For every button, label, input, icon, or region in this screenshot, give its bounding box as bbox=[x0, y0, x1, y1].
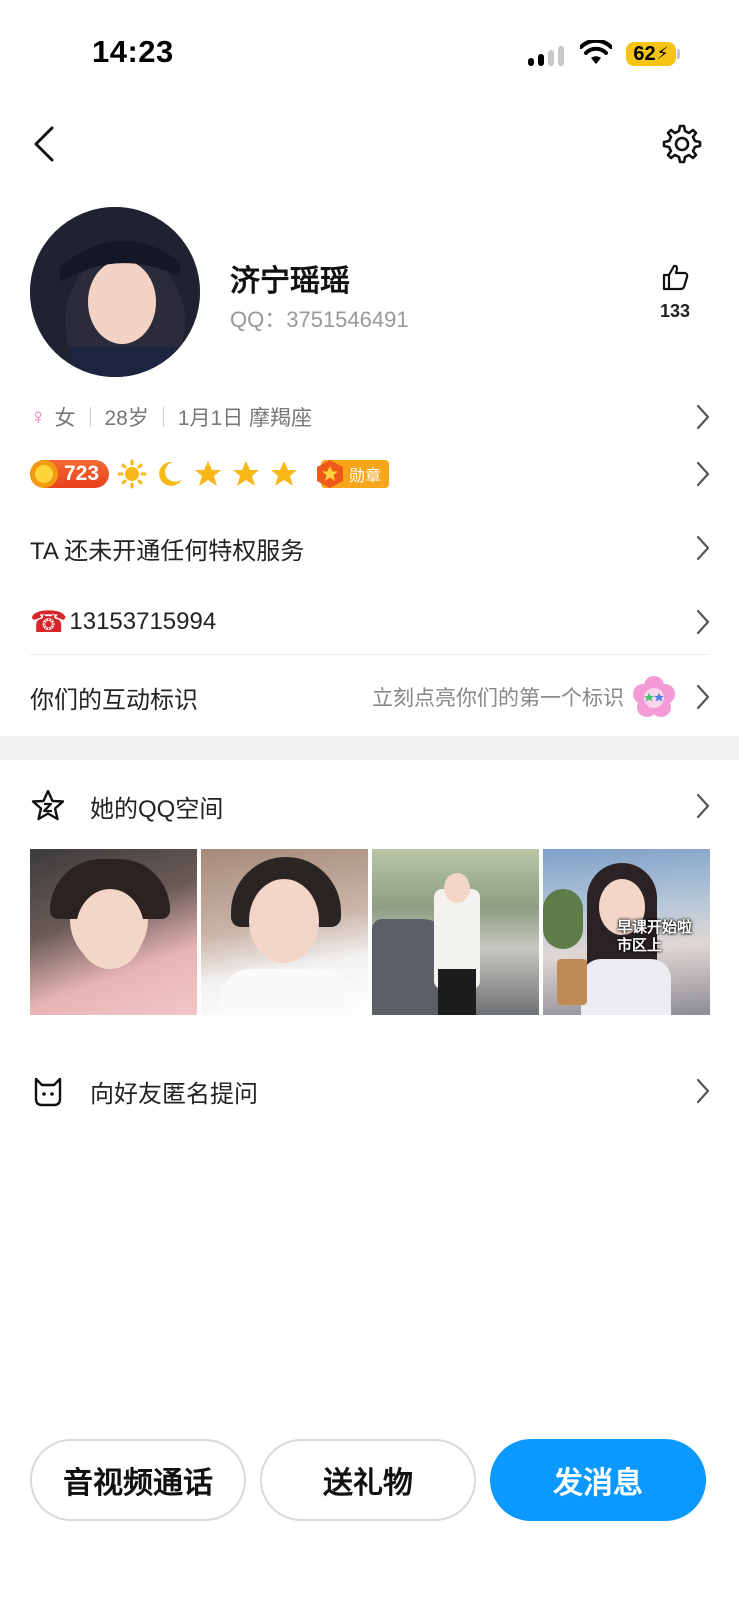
level-badge: 723 bbox=[30, 460, 110, 488]
sun-icon bbox=[117, 459, 147, 489]
charging-bolt-icon: ⚡ bbox=[656, 44, 669, 63]
chevron-left-icon[interactable] bbox=[30, 122, 60, 166]
phone-number: 13153715994 bbox=[69, 608, 217, 635]
level-value: 723 bbox=[64, 462, 100, 485]
chevron-right-icon bbox=[696, 1078, 710, 1104]
privilege-row[interactable]: TA 还未开通任何特权服务 bbox=[30, 528, 710, 568]
qzone-label: 她的QQ空间 bbox=[90, 795, 224, 823]
female-icon: ♀ bbox=[30, 404, 47, 429]
divider bbox=[89, 407, 91, 427]
avatar-photo bbox=[30, 207, 200, 377]
photo-caption: 早课开始啦 市区上 bbox=[617, 919, 699, 955]
moon-icon bbox=[159, 461, 183, 486]
qq-number-line[interactable]: QQ：3751546491 bbox=[230, 302, 409, 334]
interaction-row[interactable]: 你们的互动标识 立刻点亮你们的第一个标识 bbox=[30, 674, 710, 720]
star-icon bbox=[271, 461, 298, 486]
interaction-hint-group: 立刻点亮你们的第一个标识 bbox=[372, 675, 676, 719]
medal-star-icon bbox=[317, 460, 344, 488]
coin-icon bbox=[30, 460, 58, 488]
photo-caption-line: 早课开始啦 bbox=[617, 919, 693, 936]
interaction-hint: 立刻点亮你们的第一个标识 bbox=[372, 687, 624, 710]
qzone-photo[interactable]: 早课开始啦 市区上 bbox=[543, 849, 710, 1015]
interaction-label: 你们的互动标识 bbox=[30, 686, 198, 714]
privilege-label: TA 还未开通任何特权服务 bbox=[30, 537, 305, 565]
qq-number: 3751546491 bbox=[286, 307, 409, 332]
battery-indicator: 62 ⚡ bbox=[626, 42, 676, 66]
divider bbox=[30, 654, 710, 655]
qzone-photo[interactable] bbox=[30, 849, 197, 1015]
signal-icon bbox=[528, 46, 564, 66]
thumbs-up-icon[interactable] bbox=[660, 262, 690, 292]
chevron-right-icon bbox=[696, 793, 710, 819]
anonymous-question-row[interactable]: 向好友匿名提问 bbox=[30, 1070, 710, 1112]
star-icon bbox=[195, 461, 222, 486]
birthday-text: 1月1日 摩羯座 bbox=[177, 407, 313, 430]
qzone-star-icon bbox=[31, 789, 65, 821]
wifi-icon bbox=[580, 40, 612, 64]
chevron-right-icon bbox=[696, 609, 710, 635]
flower-icon bbox=[633, 676, 675, 717]
photo-caption-line: 市区上 bbox=[617, 937, 663, 954]
section-separator bbox=[0, 736, 739, 760]
level-row[interactable]: 723 勋章 bbox=[30, 454, 710, 494]
qzone-photo-strip: 早课开始啦 市区上 bbox=[30, 849, 710, 1015]
cat-icon bbox=[34, 1077, 62, 1107]
basic-info-row[interactable]: ♀ 女 28岁 1月1日 摩羯座 bbox=[30, 400, 710, 434]
gender-text: 女 bbox=[54, 407, 76, 430]
avatar[interactable] bbox=[30, 207, 200, 377]
qzone-row[interactable]: 她的QQ空间 bbox=[30, 785, 710, 827]
medal-label: 勋章 bbox=[349, 468, 382, 485]
qq-label: QQ： bbox=[230, 307, 287, 332]
medal-badge: 勋章 bbox=[317, 460, 390, 488]
qzone-photo[interactable] bbox=[201, 849, 368, 1015]
nickname: 济宁瑶瑶 bbox=[230, 265, 350, 298]
divider bbox=[162, 407, 164, 427]
send-gift-button[interactable]: 送礼物 bbox=[260, 1439, 476, 1521]
age-text: 28岁 bbox=[104, 407, 149, 430]
phone-row[interactable]: ☎ 13153715994 bbox=[30, 602, 710, 642]
like-count: 133 bbox=[659, 301, 691, 321]
chevron-right-icon bbox=[696, 461, 710, 487]
chevron-right-icon bbox=[696, 535, 710, 561]
anonymous-label: 向好友匿名提问 bbox=[90, 1080, 258, 1108]
av-call-button[interactable]: 音视频通话 bbox=[30, 1439, 246, 1521]
telephone-icon: ☎ bbox=[30, 605, 68, 639]
gear-icon[interactable] bbox=[662, 124, 702, 164]
chevron-right-icon bbox=[696, 404, 710, 430]
battery-level: 62 bbox=[633, 42, 656, 65]
qzone-photo[interactable] bbox=[372, 849, 539, 1015]
status-time: 14:23 bbox=[92, 34, 174, 69]
chevron-right-icon bbox=[696, 684, 710, 710]
star-icon bbox=[233, 461, 260, 486]
battery-tip bbox=[677, 49, 680, 59]
send-message-button[interactable]: 发消息 bbox=[490, 1439, 706, 1521]
